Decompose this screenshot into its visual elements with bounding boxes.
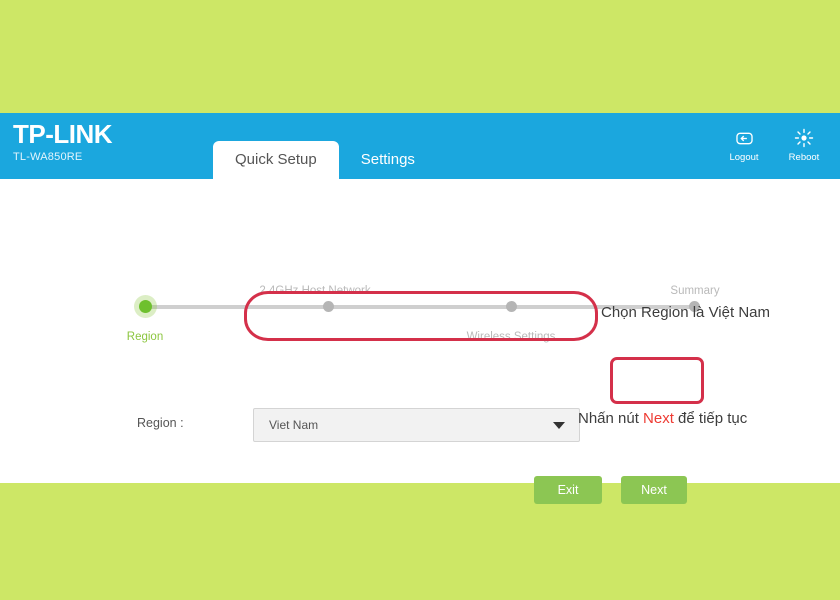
region-select-value: Viet Nam	[269, 418, 319, 432]
form-buttons: Exit Next	[0, 476, 840, 506]
region-label: Region :	[137, 416, 184, 430]
header-actions: Logout Reboot	[724, 126, 824, 163]
step-label-summary: Summary	[670, 285, 720, 297]
step-label-wireless-settings: Wireless Settings	[466, 331, 556, 343]
annotation-next-prefix: Nhấn nút	[578, 410, 644, 427]
logout-label: Logout	[729, 152, 759, 163]
reboot-button[interactable]: Reboot	[784, 126, 824, 163]
brand-block: TP-LINK TL-WA850RE	[13, 119, 113, 164]
annotation-text-region: Chọn Region là Việt Nam	[601, 304, 770, 321]
next-button[interactable]: Next	[621, 476, 687, 504]
reboot-label: Reboot	[788, 152, 820, 163]
router-admin-panel: TP-LINK TL-WA850RE Quick Setup Settings	[0, 113, 840, 504]
annotation-next-accent: Next	[643, 410, 674, 427]
screenshot-root: TP-LINK TL-WA850RE Quick Setup Settings	[0, 0, 840, 600]
annotation-text-next: Nhấn nút Next để tiếp tục	[578, 410, 747, 427]
exit-button[interactable]: Exit	[534, 476, 602, 504]
tab-quick-setup[interactable]: Quick Setup	[213, 141, 339, 179]
logout-button[interactable]: Logout	[724, 126, 764, 163]
annotation-next-suffix: để tiếp tục	[673, 410, 748, 427]
region-select[interactable]: Viet Nam	[253, 408, 580, 442]
device-model-label: TL-WA850RE	[13, 151, 83, 163]
step-dot-region[interactable]	[138, 300, 152, 313]
main-tabs: Quick Setup Settings	[213, 139, 437, 179]
chevron-down-icon	[553, 421, 565, 429]
tp-link-logo: TP-LINK	[13, 119, 113, 149]
step-dot-wireless-settings[interactable]	[505, 301, 517, 312]
app-header: TP-LINK TL-WA850RE Quick Setup Settings	[0, 113, 840, 179]
reboot-icon	[794, 126, 814, 150]
step-label-host-network: 2.4GHz Host Network	[259, 285, 371, 297]
tab-settings[interactable]: Settings	[339, 141, 437, 179]
step-dot-host-network[interactable]	[322, 301, 334, 312]
logout-icon	[735, 126, 754, 150]
step-label-region: Region	[126, 331, 164, 343]
setup-progress-stepper: Region 2.4GHz Host Network Wireless Sett…	[0, 179, 840, 343]
